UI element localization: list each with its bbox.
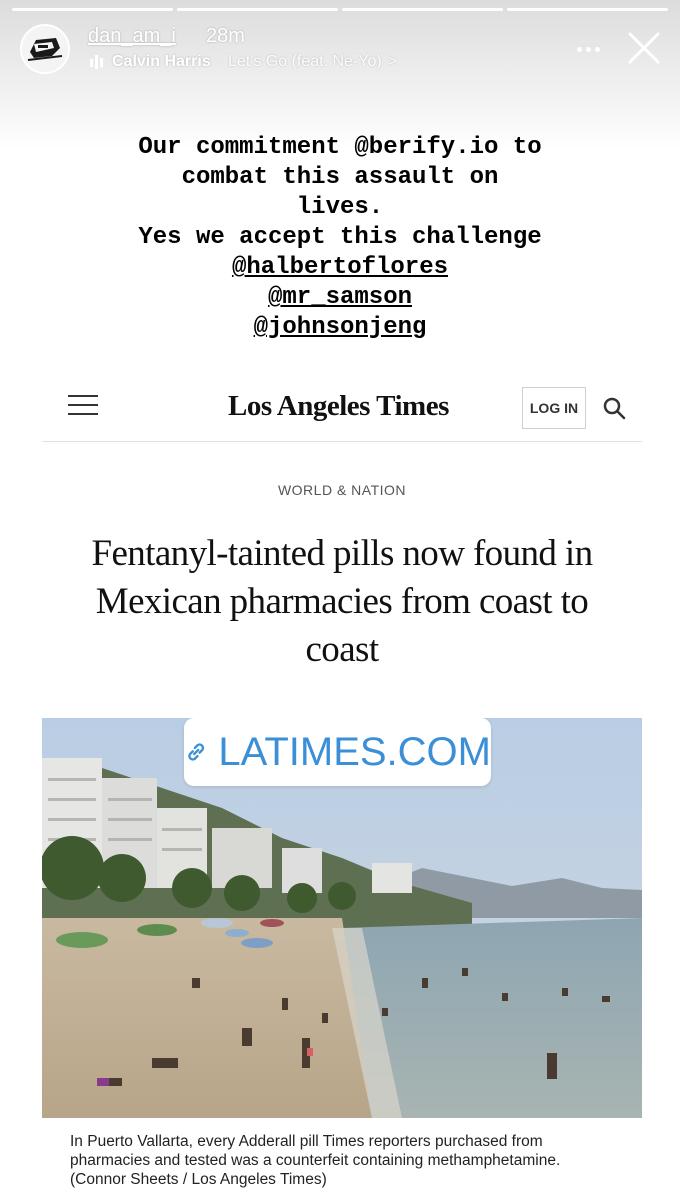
- caption-line: Yes we accept this challenge: [138, 224, 542, 251]
- link-sticker[interactable]: LATIMES.COM: [184, 718, 491, 786]
- music-separator: ·: [216, 53, 223, 70]
- link-sticker-label: LATIMES.COM: [218, 729, 491, 774]
- post-time: 28m: [206, 25, 245, 47]
- music-artist: Calvin Harris: [112, 53, 211, 70]
- mention-mr-samson[interactable]: @mr_samson: [0, 283, 680, 313]
- music-track: Let's Go (feat. Ne-Yo): [228, 53, 382, 70]
- progress-segment: [507, 8, 668, 11]
- music-attribution[interactable]: Calvin Harris · Let's Go (feat. Ne-Yo) >: [90, 53, 397, 71]
- chevron-right-icon: >: [387, 53, 398, 70]
- story-header: dan_am_i 28m Calvin Harris · Let's Go (f…: [20, 22, 666, 74]
- progress-segment: [12, 8, 173, 11]
- more-dots-icon: [585, 46, 591, 52]
- more-options-button[interactable]: [572, 34, 604, 64]
- login-button[interactable]: LOG IN: [522, 387, 586, 429]
- story-progress-bar: [12, 8, 668, 11]
- more-dots-icon: [594, 46, 600, 52]
- link-icon: [188, 743, 205, 761]
- caption-line: combat this assault on: [181, 164, 499, 191]
- avatar[interactable]: [20, 24, 70, 74]
- section-label[interactable]: WORLD & NATION: [42, 482, 642, 498]
- music-bars-icon: [90, 55, 103, 69]
- close-button[interactable]: [622, 26, 666, 70]
- progress-segment: [177, 8, 338, 11]
- article-photo: LATIMES.COM: [42, 718, 642, 1118]
- story-caption: Our commitment @berify.io to combat this…: [0, 133, 680, 343]
- article-headline: Fentanyl-tainted pills now found in Mexi…: [91, 533, 593, 670]
- caption-line: lives.: [296, 194, 384, 221]
- mention-johnsonjeng[interactable]: @johnsonjeng: [0, 313, 680, 343]
- more-dots-icon: [576, 46, 582, 52]
- photo-caption: In Puerto Vallarta, every Adderall pill …: [70, 1133, 561, 1188]
- avatar-logo: [22, 26, 68, 72]
- publication-logo: Los Angeles Times: [228, 390, 449, 422]
- username-link[interactable]: dan_am_i: [88, 25, 176, 48]
- close-icon: [628, 32, 660, 64]
- site-navbar: Los Angeles Times LOG IN: [42, 372, 642, 442]
- article-screenshot: Los Angeles Times LOG IN WORLD & NATION …: [42, 372, 642, 1200]
- mention-halbertoflores[interactable]: @halbertoflores: [0, 253, 680, 283]
- progress-segment: [342, 8, 503, 11]
- hamburger-menu-icon[interactable]: [68, 395, 98, 417]
- caption-line: Our commitment @berify.io to: [138, 134, 542, 161]
- search-icon[interactable]: [602, 396, 628, 422]
